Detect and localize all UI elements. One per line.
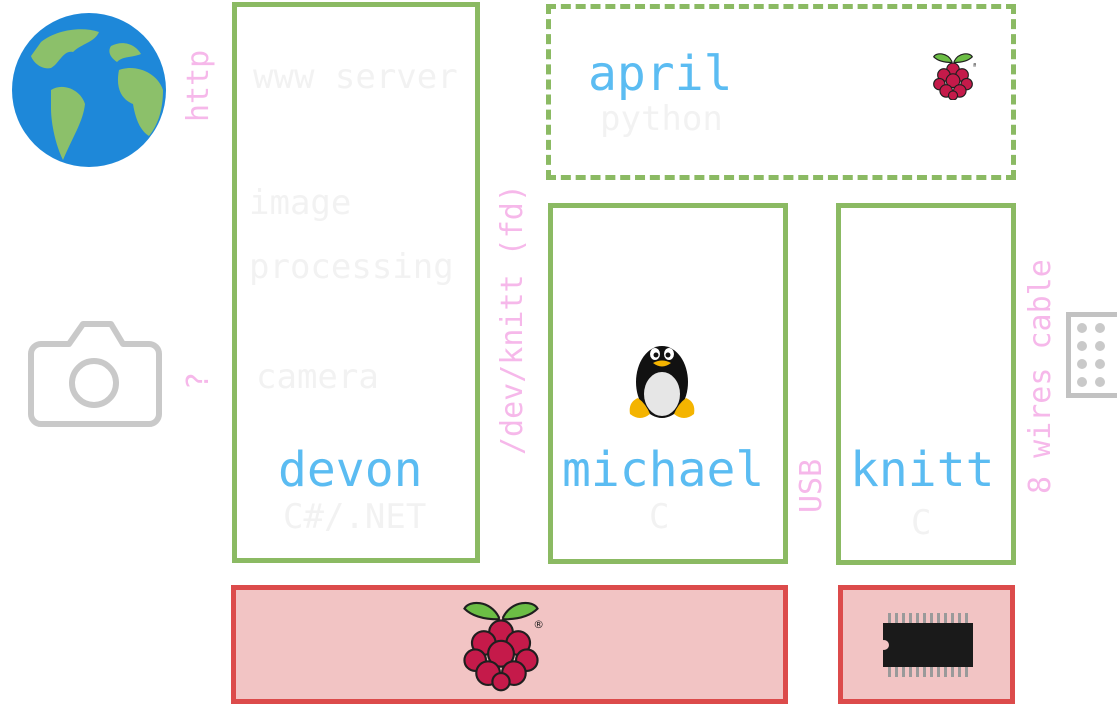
globe-icon: [11, 12, 167, 168]
linux-penguin-icon: [624, 330, 700, 424]
april-lang: python: [600, 99, 723, 139]
raspberry-pi-icon: ®: [458, 593, 544, 693]
michael-name: michael: [562, 442, 765, 498]
connector-icon: [1066, 312, 1117, 398]
devon-role-image: image: [249, 183, 352, 223]
usb-label: USB: [794, 458, 829, 513]
devon-role-camera: camera: [256, 357, 379, 397]
svg-text:®: ®: [533, 618, 544, 631]
camera-icon: [27, 320, 163, 428]
cable-label: 8 wires cable: [1023, 259, 1058, 494]
april-name: april: [588, 46, 733, 102]
raspberry-pi-icon: ®: [930, 50, 976, 100]
michael-lang: C: [649, 497, 670, 537]
microchip-icon: [882, 613, 974, 677]
question-label: ?: [181, 371, 216, 390]
dev-knitt-label: /dev/knitt (fd): [495, 184, 530, 455]
devon-lang: C#/.NET: [283, 497, 427, 537]
devon-name: devon: [278, 442, 423, 498]
http-label: http: [181, 49, 216, 122]
svg-text:®: ®: [972, 62, 976, 69]
devon-role-www: www server: [253, 57, 458, 97]
devon-role-processing: processing: [249, 247, 454, 287]
knitt-lang: C: [911, 503, 932, 543]
knitt-name: knitt: [850, 442, 995, 498]
